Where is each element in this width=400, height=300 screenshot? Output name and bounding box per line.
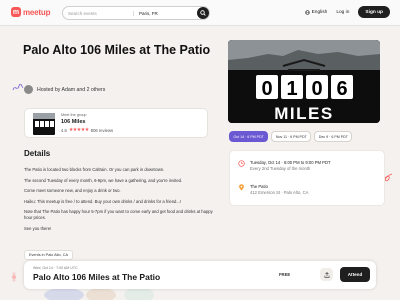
- location-input[interactable]: Paris, FR: [133, 10, 158, 16]
- review-count: 806 reviews: [90, 127, 114, 133]
- decorative-blob: [44, 288, 84, 300]
- description-paragraph: Note that The Patio has happy hour 5-7pm…: [24, 209, 213, 220]
- meetup-logo[interactable]: m meetup: [11, 7, 50, 17]
- signup-button[interactable]: Sign up: [358, 6, 390, 18]
- location-pin-icon: [239, 184, 244, 191]
- event-recurrence: Every 2nd Tuesday of the month: [250, 166, 311, 171]
- group-card[interactable]: Meet the group 106 Miles 4.6 ★★★★★ 806 r…: [24, 108, 208, 138]
- language-selector[interactable]: English: [304, 9, 328, 15]
- datetime-row[interactable]: Tuesday, Oct 14 · 6:00 PM to 9:00 PM PDT…: [238, 160, 331, 172]
- hosted-by-text: Hosted by Adam and 2 others: [37, 86, 106, 93]
- rating-value: 4.6: [61, 127, 67, 133]
- search-input[interactable]: Search events: [68, 11, 97, 16]
- price-label: FREE: [279, 272, 291, 277]
- date-chip[interactable]: Nov 11 · 6 PM PDT: [271, 131, 312, 142]
- bar-event-date: Wed, Oct 14 · 7:00 AM UTC: [33, 266, 78, 270]
- host-info: Hosted by Adam and 2 others: [24, 85, 105, 94]
- search-icon: [200, 10, 206, 16]
- attend-button[interactable]: Attend: [340, 267, 370, 282]
- description-paragraph: Come meet someone new, and enjoy a drink…: [24, 188, 121, 193]
- search-button[interactable]: [197, 7, 209, 19]
- bar-event-title: Palo Alto 106 Miles at The Patio: [33, 272, 161, 282]
- meet-group-label: Meet the group: [61, 113, 87, 117]
- search-bar[interactable]: Search events Paris, FR: [62, 6, 210, 20]
- meetup-logo-icon: m: [11, 7, 21, 17]
- description-paragraph: Haiku: This meetup is free / to attend. …: [24, 198, 182, 204]
- globe-icon: [304, 9, 310, 15]
- top-nav: m meetup Search events Paris, FR English…: [0, 0, 400, 26]
- description-paragraph: The second Tuesday of every month, 6-9pm…: [24, 177, 183, 183]
- event-info-card: Tuesday, Oct 14 · 6:00 PM to 9:00 PM PDT…: [229, 150, 385, 206]
- description-paragraph: See you there!: [24, 225, 52, 231]
- language-label: English: [311, 9, 328, 15]
- host-avatar[interactable]: [24, 85, 33, 94]
- description-paragraph: The Patio is located two blocks from Cal…: [24, 167, 165, 172]
- event-image: 0 1 0 6 MILES: [228, 40, 380, 123]
- logo-text: meetup: [23, 7, 51, 17]
- decorative-squiggle-icon: [12, 84, 24, 91]
- clock-icon: [238, 160, 245, 167]
- login-link[interactable]: Log in: [336, 10, 349, 15]
- share-button[interactable]: [320, 268, 333, 281]
- date-selector: Oct 14 · 6 PM PDT Nov 11 · 6 PM PDT Dec …: [229, 131, 353, 142]
- group-thumbnail: [33, 113, 55, 135]
- details-heading: Details: [24, 149, 51, 158]
- event-title: Palo Alto 106 Miles at The Patio: [23, 43, 211, 57]
- image-digit: 6: [336, 78, 347, 100]
- venue-address: 412 Emerson St · Palo Alto, CA: [250, 190, 309, 195]
- image-word: MILES: [274, 104, 333, 123]
- date-chip[interactable]: Dec 9 · 6 PM PDT: [314, 131, 353, 142]
- group-name[interactable]: 106 Miles: [61, 119, 85, 125]
- share-icon: [324, 271, 329, 278]
- location-tag[interactable]: Events in Palo Alto, CA: [24, 250, 74, 260]
- star-rating-icon: ★★★★★: [68, 127, 89, 133]
- decorative-blob: [86, 288, 116, 300]
- image-digit: 0: [311, 78, 322, 100]
- image-digit: 1: [286, 78, 297, 100]
- group-rating: 4.6 ★★★★★ 806 reviews: [61, 127, 113, 133]
- decorative-flower-icon: [12, 272, 16, 282]
- date-chip[interactable]: Oct 14 · 6 PM PDT: [229, 131, 269, 142]
- event-description: The Patio is located two blocks from Cal…: [24, 167, 214, 236]
- image-digit: 0: [261, 78, 272, 100]
- sticky-attend-bar: Wed, Oct 14 · 7:00 AM UTC Palo Alto 106 …: [24, 261, 376, 289]
- venue-row[interactable]: The Patio 412 Emerson St · Palo Alto, CA: [238, 184, 308, 196]
